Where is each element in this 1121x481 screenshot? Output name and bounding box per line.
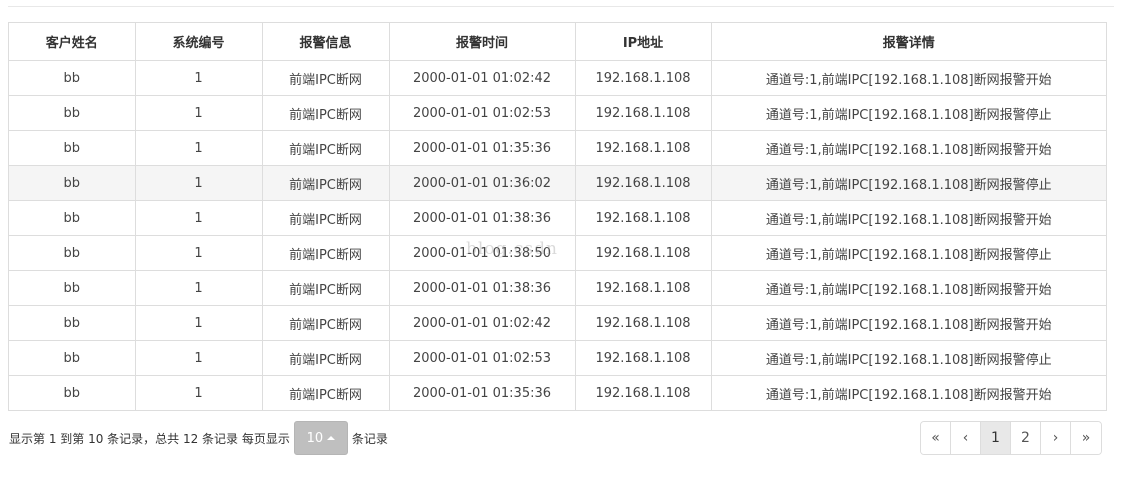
table-row[interactable]: bb 1 前端IPC断网 2000-01-01 01:02:53 192.168.1.1… bbox=[9, 95, 1106, 131]
alarm-detail-cell: 通道号:1,前端IPC[192.168.1.108]断网报警停止 bbox=[711, 165, 1106, 201]
alarm-detail-cell: 通道号:1,前端IPC[192.168.1.108]断网报警停止 bbox=[711, 95, 1106, 131]
table-row[interactable]: bb 1 前端IPC断网 2000-01-01 01:02:42 192.168.1.1… bbox=[9, 60, 1106, 96]
system-id-cell: 1 bbox=[135, 165, 263, 201]
column-header-alarm-time[interactable]: 报警时间 bbox=[389, 23, 576, 61]
ip-address-cell: 192.168.1.108 bbox=[575, 130, 712, 166]
alarm-info-cell: 前端IPC断网 bbox=[262, 200, 390, 236]
alarm-info-cell: 前端IPC断网 bbox=[262, 60, 390, 96]
table-row[interactable]: bb 1 前端IPC断网 2000-01-01 01:38:50 192.168.1.1… bbox=[9, 235, 1106, 271]
system-id-cell: 1 bbox=[135, 340, 263, 376]
alarm-info-cell: 前端IPC断网 bbox=[262, 305, 390, 341]
alarm-info-cell: 前端IPC断网 bbox=[262, 375, 390, 410]
first-page-button[interactable]: « bbox=[921, 422, 951, 454]
customer-name-cell: bb bbox=[9, 95, 136, 131]
pagination-summary: 显示第 1 到第 10 条记录，总共 12 条记录 每页显示 bbox=[9, 431, 290, 446]
alarm-time-cell: 2000-01-01 01:36:02 bbox=[389, 165, 576, 201]
ip-address-cell: 192.168.1.108 bbox=[575, 270, 712, 306]
alarm-detail-cell: 通道号:1,前端IPC[192.168.1.108]断网报警停止 bbox=[711, 340, 1106, 376]
alarm-info-cell: 前端IPC断网 bbox=[262, 95, 390, 131]
system-id-cell: 1 bbox=[135, 235, 263, 271]
caret-up-icon bbox=[327, 436, 336, 440]
ip-address-cell: 192.168.1.108 bbox=[575, 95, 712, 131]
table-row[interactable]: bb 1 前端IPC断网 2000-01-01 01:02:53 192.168.1.1… bbox=[9, 340, 1106, 376]
table-row[interactable]: bb 1 前端IPC断网 2000-01-01 01:36:02 192.168.1.1… bbox=[9, 165, 1106, 201]
alarm-detail-cell: 通道号:1,前端IPC[192.168.1.108]断网报警开始 bbox=[711, 130, 1106, 166]
alarm-detail-cell: 通道号:1,前端IPC[192.168.1.108]断网报警开始 bbox=[711, 305, 1106, 341]
alarm-info-cell: 前端IPC断网 bbox=[262, 270, 390, 306]
system-id-cell: 1 bbox=[135, 270, 263, 306]
ip-address-cell: 192.168.1.108 bbox=[575, 200, 712, 236]
customer-name-cell: bb bbox=[9, 200, 136, 236]
table-row[interactable]: bb 1 前端IPC断网 2000-01-01 01:02:42 192.168.1.1… bbox=[9, 305, 1106, 341]
system-id-cell: 1 bbox=[135, 375, 263, 410]
alarm-info-cell: 前端IPC断网 bbox=[262, 235, 390, 271]
alarm-time-cell: 2000-01-01 01:38:50 bbox=[389, 235, 576, 271]
ip-address-cell: 192.168.1.108 bbox=[575, 60, 712, 96]
customer-name-cell: bb bbox=[9, 130, 136, 166]
alarm-info-cell: 前端IPC断网 bbox=[262, 130, 390, 166]
page-size-dropdown[interactable]: 10 bbox=[293, 421, 348, 455]
customer-name-cell: bb bbox=[9, 375, 136, 410]
system-id-cell: 1 bbox=[135, 95, 263, 131]
ip-address-cell: 192.168.1.108 bbox=[575, 235, 712, 271]
alarm-grid: 客户姓名 系统编号 报警信息 报警时间 IP地址 报警详情 bb 1 前端IPC断网… bbox=[9, 23, 1106, 410]
alarm-info-cell: 前端IPC断网 bbox=[262, 340, 390, 376]
alarm-detail-cell: 通道号:1,前端IPC[192.168.1.108]断网报警开始 bbox=[711, 270, 1106, 306]
ip-address-cell: 192.168.1.108 bbox=[575, 375, 712, 410]
system-id-cell: 1 bbox=[135, 305, 263, 341]
alarm-time-cell: 2000-01-01 01:02:42 bbox=[389, 60, 576, 96]
alarm-time-cell: 2000-01-01 01:02:42 bbox=[389, 305, 576, 341]
alarm-detail-cell: 通道号:1,前端IPC[192.168.1.108]断网报警停止 bbox=[711, 235, 1106, 271]
alarm-time-cell: 2000-01-01 01:38:36 bbox=[389, 200, 576, 236]
page-size-value: 10 bbox=[306, 430, 324, 446]
ip-address-cell: 192.168.1.108 bbox=[575, 340, 712, 376]
table-row[interactable]: bb 1 前端IPC断网 2000-01-01 01:38:36 192.168.1.1… bbox=[9, 200, 1106, 236]
page-button-1[interactable]: 1 bbox=[981, 422, 1011, 454]
pagination: « ‹ 1 2 › » bbox=[920, 421, 1102, 455]
table-row[interactable]: bb 1 前端IPC断网 2000-01-01 01:38:36 192.168.1.1… bbox=[9, 270, 1106, 306]
alarm-detail-cell: 通道号:1,前端IPC[192.168.1.108]断网报警开始 bbox=[765, 387, 1052, 403]
pagination-suffix: 条记录 bbox=[351, 431, 388, 446]
top-divider bbox=[8, 6, 1114, 7]
column-header-alarm-info[interactable]: 报警信息 bbox=[262, 23, 390, 61]
customer-name-cell: bb bbox=[9, 165, 136, 201]
customer-name-cell: bb bbox=[9, 235, 136, 271]
alarm-time-cell: 2000-01-01 01:35:36 bbox=[389, 130, 576, 166]
alarm-time-cell: 2000-01-01 01:38:36 bbox=[389, 270, 576, 306]
column-header-ip-address[interactable]: IP地址 bbox=[575, 23, 712, 61]
alarm-detail-cell: 通道号:1,前端IPC[192.168.1.108]断网报警开始 bbox=[711, 200, 1106, 236]
customer-name-cell: bb bbox=[9, 270, 136, 306]
previous-page-button[interactable]: ‹ bbox=[951, 422, 981, 454]
column-header-system-id[interactable]: 系统编号 bbox=[135, 23, 263, 61]
alarm-detail-cell: 通道号:1,前端IPC[192.168.1.108]断网报警开始 bbox=[711, 60, 1106, 96]
next-page-button[interactable]: › bbox=[1041, 422, 1071, 454]
column-header-alarm-detail[interactable]: 报警详情 bbox=[711, 23, 1106, 61]
customer-name-cell: bb bbox=[9, 305, 136, 341]
last-page-button[interactable]: » bbox=[1071, 422, 1101, 454]
table-row[interactable]: bb 1 前端IPC断网 2000-01-01 01:35:36 192.168.1.1… bbox=[9, 375, 1106, 410]
table-row[interactable]: bb 1 前端IPC断网 2000-01-01 01:35:36 192.168.1.1… bbox=[9, 130, 1106, 166]
alarm-time-cell: 2000-01-01 01:35:36 bbox=[389, 375, 576, 410]
system-id-cell: 1 bbox=[135, 130, 263, 166]
system-id-cell: 1 bbox=[135, 200, 263, 236]
alarm-table: 客户姓名 系统编号 报警信息 报警时间 IP地址 报警详情 bb 1 前端IPC断网… bbox=[8, 22, 1107, 411]
system-id-cell: 1 bbox=[135, 60, 263, 96]
customer-name-cell: bb bbox=[9, 340, 136, 376]
alarm-time-cell: 2000-01-01 01:02:53 bbox=[389, 340, 576, 376]
column-header-customer-name[interactable]: 客户姓名 bbox=[9, 23, 136, 61]
ip-address-cell: 192.168.1.108 bbox=[575, 165, 712, 201]
pagination-info: 显示第 1 到第 10 条记录，总共 12 条记录 每页显示 10 条记录 bbox=[9, 421, 388, 455]
table-header-row: 客户姓名 系统编号 报警信息 报警时间 IP地址 报警详情 bbox=[9, 23, 1106, 61]
page-button-2[interactable]: 2 bbox=[1011, 422, 1041, 454]
alarm-info-cell: 前端IPC断网 bbox=[262, 165, 390, 201]
customer-name-cell: bb bbox=[9, 60, 136, 96]
ip-address-cell: 192.168.1.108 bbox=[575, 305, 712, 341]
alarm-time-cell: 2000-01-01 01:02:53 bbox=[389, 95, 576, 131]
